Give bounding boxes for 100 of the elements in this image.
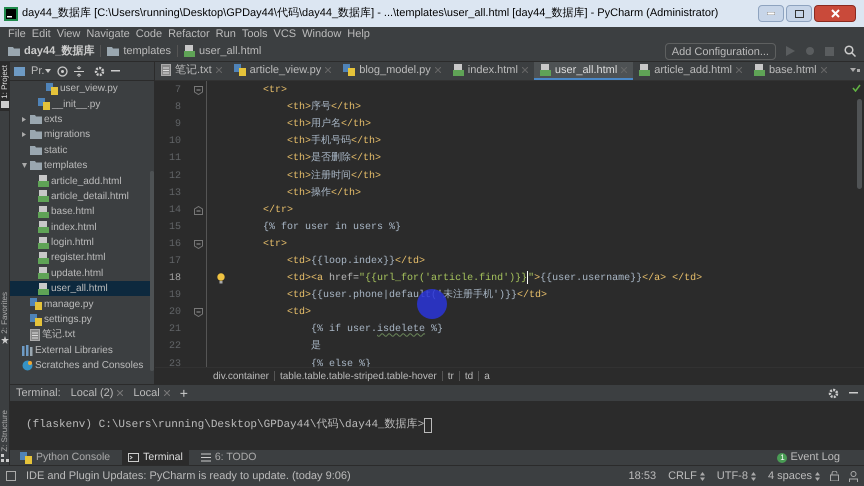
status-icon[interactable] — [6, 471, 16, 481]
tool-window-tab[interactable]: 6: TODO — [194, 450, 262, 465]
tree-item[interactable]: Scratches and Consoles — [10, 358, 154, 374]
menu-item[interactable]: View — [56, 26, 80, 42]
tree-item[interactable]: register.html — [10, 250, 154, 266]
folder-icon — [30, 130, 42, 140]
star-icon — [0, 336, 8, 344]
status-item[interactable]: 18:53 — [628, 468, 656, 484]
menu-item[interactable]: Help — [347, 26, 370, 42]
tree-item[interactable]: user_view.py — [10, 81, 154, 96]
html-file-icon — [754, 64, 765, 76]
close-icon[interactable] — [117, 390, 124, 396]
settings-icon[interactable] — [828, 388, 839, 398]
python-file-icon — [46, 82, 58, 95]
menu-item[interactable]: Code — [136, 26, 162, 42]
session-tab[interactable]: Local — [133, 384, 170, 402]
tree-item[interactable]: article_detail.html — [10, 188, 154, 204]
editor-tab[interactable]: base.html — [748, 62, 833, 80]
close-button[interactable] — [814, 5, 856, 22]
tree-item[interactable]: exts — [10, 112, 154, 128]
menu-item[interactable]: File — [8, 26, 26, 42]
breadcrumb[interactable]: templates — [123, 42, 172, 60]
status-item[interactable]: CRLF — [668, 468, 705, 484]
menu-item[interactable]: Run — [216, 26, 236, 42]
event-log-button[interactable]: 1 Event Log — [777, 449, 860, 466]
editor-tab[interactable]: article_view.py — [228, 62, 338, 80]
menu-item[interactable]: Tools — [242, 26, 268, 42]
lightbulb-icon[interactable] — [217, 272, 225, 284]
tool-window-tab[interactable]: Z: Structure — [0, 407, 9, 465]
code-line: <th>序号</th> — [286, 100, 362, 116]
status-item[interactable]: 4 spaces — [768, 468, 820, 484]
new-terminal-button[interactable]: + — [180, 386, 188, 400]
tool-window-tab[interactable]: 2: Favorites — [0, 289, 9, 348]
tree-item[interactable]: manage.py — [10, 296, 154, 312]
line-number: 13 — [168, 186, 181, 201]
close-icon[interactable] — [164, 390, 170, 396]
tree-item[interactable]: login.html — [10, 234, 154, 250]
menu-item[interactable]: Edit — [32, 26, 51, 42]
breadcrumb[interactable]: tr — [448, 368, 454, 384]
editor-tab[interactable]: 笔记.txt — [155, 62, 228, 80]
html-file-icon — [38, 282, 49, 295]
line-number: 12 — [168, 170, 181, 184]
line-number: 22 — [168, 340, 181, 354]
collapsed-arrow-icon — [22, 116, 26, 122]
event-count-badge: 1 — [777, 452, 788, 462]
settings-icon[interactable] — [94, 66, 106, 76]
breadcrumb[interactable]: day44_数据库 — [24, 42, 94, 60]
code-line: <td>{{loop.index}}</td> — [286, 254, 426, 269]
editor-tab[interactable]: article_add.html — [633, 62, 748, 80]
tree-item[interactable]: __init__.py — [10, 96, 154, 112]
fold-marker-icon[interactable] — [194, 308, 202, 318]
breadcrumb[interactable]: div.container — [213, 368, 269, 384]
tool-window-tab[interactable]: Python Console — [14, 450, 116, 465]
line-number: 16 — [168, 238, 181, 252]
python-file-icon — [20, 452, 32, 464]
maximize-button[interactable] — [786, 5, 812, 22]
tree-item[interactable]: index.html — [10, 220, 154, 235]
line-number: 7 — [174, 84, 181, 98]
line-number: 10 — [168, 135, 181, 150]
menu-item[interactable]: VCS — [274, 26, 296, 42]
fold-marker-icon[interactable] — [194, 86, 202, 96]
tree-item[interactable]: article_add.html — [10, 173, 154, 189]
collapse-icon[interactable] — [74, 66, 84, 76]
breadcrumb[interactable]: table.table.table-striped.table-hover — [280, 368, 437, 384]
editor-tab[interactable]: index.html — [446, 62, 534, 80]
menu-item[interactable]: Navigate — [86, 26, 130, 42]
locate-icon[interactable] — [57, 66, 68, 76]
menu-item[interactable]: Refactor — [168, 26, 210, 42]
breadcrumb[interactable]: a — [484, 368, 490, 384]
breadcrumb[interactable]: user_all.html — [199, 42, 262, 60]
tree-item[interactable]: 笔记.txt — [10, 327, 154, 343]
folder-icon — [8, 46, 20, 56]
session-tab[interactable]: Local (2) — [70, 384, 124, 402]
tree-item[interactable]: base.html — [10, 204, 154, 220]
search-icon[interactable] — [844, 45, 856, 57]
tab-list-icon[interactable] — [850, 68, 860, 74]
tree-item[interactable]: static — [10, 142, 154, 158]
tree-item[interactable]: templates — [10, 158, 154, 174]
tree-item[interactable]: migrations — [10, 127, 154, 143]
editor-tab[interactable]: user_all.html — [534, 62, 634, 80]
fold-marker-icon[interactable] — [194, 206, 202, 215]
menu-item[interactable]: Window — [302, 26, 342, 42]
breadcrumb[interactable]: td — [464, 368, 474, 384]
tree-item[interactable]: settings.py — [10, 312, 154, 328]
code-line: <tr> — [262, 238, 288, 252]
person-icon[interactable] — [849, 470, 858, 482]
list-icon — [200, 453, 211, 462]
tool-window-tab[interactable]: Terminal — [122, 450, 189, 465]
lock-icon[interactable] — [830, 471, 839, 481]
tool-window-tab[interactable]: 1: Project — [0, 62, 9, 111]
editor-tab[interactable]: blog_model.py — [337, 62, 447, 80]
status-item[interactable]: UTF-8 — [716, 468, 756, 484]
tree-item[interactable]: update.html — [10, 266, 154, 282]
fold-marker-icon[interactable] — [194, 240, 202, 249]
project-view-dropdown[interactable]: Pr. — [31, 62, 52, 80]
app-icon — [4, 6, 18, 20]
add-configuration-button[interactable]: Add Configuration... — [664, 42, 776, 60]
code-line: <td><a href="{{url_for('article.find')}}">{{user.username}}</a> </td> — [286, 271, 702, 286]
library-icon — [22, 344, 33, 356]
tree-item[interactable]: External Libraries — [10, 342, 154, 358]
